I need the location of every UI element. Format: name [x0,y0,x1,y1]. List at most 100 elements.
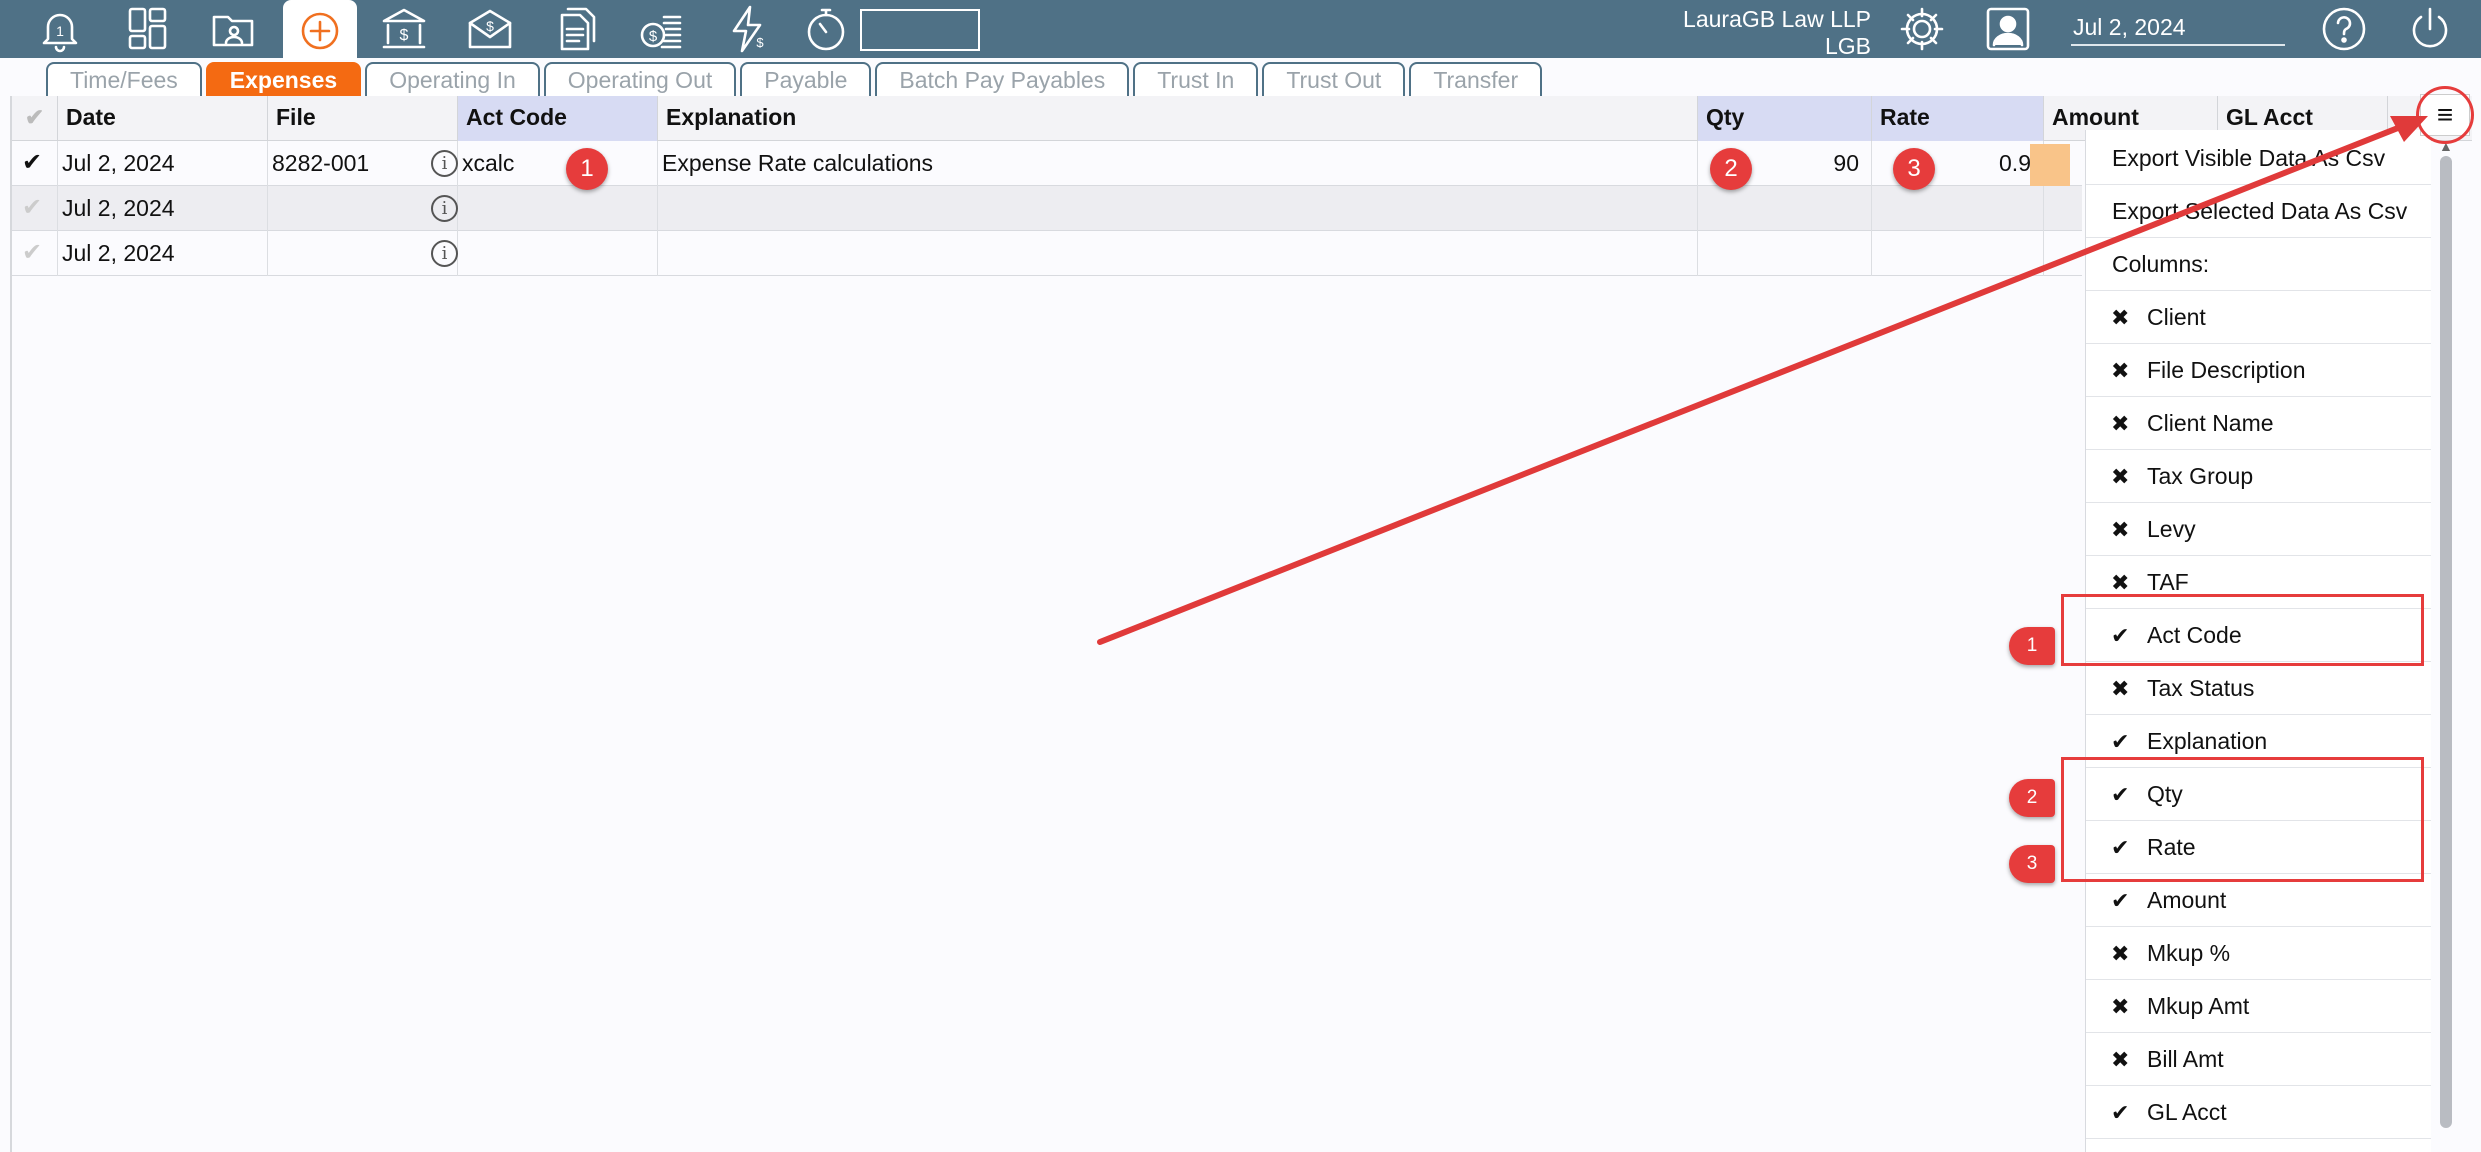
check-icon: ✔ [2111,888,2130,913]
column-toggle-label: Mkup % [2147,940,2231,966]
column-toggle-mkup-amt[interactable]: ✖ Mkup Amt [2086,980,2431,1033]
svg-text:$: $ [756,35,764,50]
column-toggle-client-name[interactable]: ✖ Client Name [2086,397,2431,450]
bank-icon[interactable]: $ [372,0,436,58]
coins-icon[interactable]: $ [630,0,694,58]
bell-icon[interactable]: 1 [28,0,92,58]
columns-label: Columns: [2086,238,2431,291]
column-toggle-client[interactable]: ✖ Client [2086,291,2431,344]
column-toggle-tax-status[interactable]: ✖ Tax Status [2086,662,2431,715]
column-toggle-gl-acct[interactable]: ✔ GL Acct [2086,1086,2431,1139]
column-toggle-tax-group[interactable]: ✖ Tax Group [2086,450,2431,503]
lightning-icon[interactable]: $ [716,0,780,58]
column-toggle-bill-amt[interactable]: ✖ Bill Amt [2086,1033,2431,1086]
column-header-qty[interactable]: Qty [1698,96,1872,141]
tab-payable[interactable]: Payable [740,62,872,96]
tab-time-fees[interactable]: Time/Fees [46,62,202,96]
firm-name: LauraGB Law LLP [1683,6,1871,32]
power-icon[interactable] [2398,0,2462,58]
info-icon[interactable]: i [431,240,458,267]
x-icon: ✖ [2111,305,2130,330]
date-picker[interactable]: Jul 2, 2024 [2071,14,2285,46]
svg-text:1: 1 [56,23,64,39]
documents-icon[interactable] [544,0,608,58]
help-icon[interactable] [2312,0,2376,58]
info-icon[interactable]: i [431,150,458,177]
cell-qty[interactable] [1698,186,1872,231]
annotation-tag-2: 2 [2009,779,2055,817]
row-checkbox[interactable]: ✔ [12,141,58,186]
cell-act-code[interactable]: xcalc [458,141,658,186]
cell-act-code[interactable] [458,231,658,276]
table-row[interactable]: ✔ Jul 2, 2024 i [12,186,2082,231]
cell-date[interactable]: Jul 2, 2024 [58,231,268,276]
cell-act-code[interactable] [458,186,658,231]
tab-operating-in[interactable]: Operating In [365,62,540,96]
table-row[interactable]: ✔ Jul 2, 2024 i [12,231,2082,276]
menu-scrollbar[interactable]: ▲ [2436,138,2456,1152]
column-toggle-label: Mkup Amt [2147,993,2250,1019]
export-visible-csv[interactable]: Export Visible Data As Csv [2086,132,2431,185]
select-all-checkbox[interactable]: ✔ [12,96,58,141]
tab-trust-in[interactable]: Trust In [1133,62,1259,96]
folder-user-icon[interactable] [202,0,266,58]
mail-money-icon[interactable]: $ [458,0,522,58]
dashboard-icon[interactable] [116,0,180,58]
cell-rate[interactable] [1872,231,2044,276]
row-checkbox[interactable]: ✔ [12,186,58,231]
column-toggle-label: Levy [2147,516,2196,542]
cell-explanation[interactable] [658,231,1698,276]
row-checkbox[interactable]: ✔ [12,231,58,276]
column-header-date[interactable]: Date [58,96,268,141]
cell-explanation[interactable] [658,186,1698,231]
column-toggle-label: Client [2147,304,2206,330]
column-header-file[interactable]: File [268,96,458,141]
cell-date[interactable]: Jul 2, 2024 [58,141,268,186]
column-toggle-levy[interactable]: ✖ Levy [2086,503,2431,556]
info-icon[interactable]: i [431,195,458,222]
add-icon[interactable] [283,0,357,60]
cell-file[interactable] [268,186,458,231]
annotation-tag-3: 3 [2009,845,2055,883]
tab-bar: Time/Fees Expenses Operating In Operatin… [46,62,1546,96]
gear-icon[interactable] [1890,0,1954,58]
app-window: 1 $ $ $ $ LauraGB Law LLP LGB Jul 2, 202… [0,0,2481,1152]
column-toggle-label: Amount [2147,887,2227,913]
tab-transfer[interactable]: Transfer [1409,62,1543,96]
column-toggle-label: Tax Group [2147,463,2254,489]
cell-explanation[interactable]: Expense Rate calculations [658,141,1698,186]
svg-text:$: $ [649,28,658,45]
stopwatch-icon[interactable] [794,0,858,58]
x-icon: ✖ [2111,464,2130,489]
tab-trust-out[interactable]: Trust Out [1262,62,1406,96]
column-header-rate[interactable]: Rate [1872,96,2044,141]
timer-input[interactable] [860,9,980,51]
tab-operating-out[interactable]: Operating Out [543,62,737,96]
user-icon[interactable] [1976,0,2040,58]
amount-cell-highlight [2030,144,2070,186]
cell-file[interactable] [268,231,458,276]
cell-file[interactable]: 8282-001 [268,141,458,186]
x-icon: ✖ [2111,941,2130,966]
column-toggle-file-description[interactable]: ✖ File Description [2086,344,2431,397]
cell-date[interactable]: Jul 2, 2024 [58,186,268,231]
cell-qty[interactable] [1698,231,1872,276]
column-toggle-label: File Description [2147,357,2306,383]
firm-code: LGB [1824,33,1871,59]
annotation-marker-1: 1 [566,148,608,190]
tab-batch-pay-payables[interactable]: Batch Pay Payables [875,62,1130,96]
x-icon: ✖ [2111,676,2130,701]
column-toggle-label: Tax Status [2147,675,2255,701]
column-toggle-label: Client Name [2147,410,2274,436]
cell-rate[interactable] [1872,186,2044,231]
table-row[interactable]: ✔ Jul 2, 2024 8282-001 i xcalc Expense R… [12,141,2082,186]
column-header-act-code[interactable]: Act Code [458,96,658,141]
export-selected-csv[interactable]: Export Selected Data As Csv [2086,185,2431,238]
column-toggle-mkup-pct[interactable]: ✖ Mkup % [2086,927,2431,980]
tab-expenses[interactable]: Expenses [205,62,362,96]
column-header-explanation[interactable]: Explanation [658,96,1698,141]
x-icon: ✖ [2111,358,2130,383]
scrollbar-thumb[interactable] [2440,156,2452,1128]
annotation-circle [2416,86,2474,144]
column-toggle-label: GL Acct [2147,1099,2227,1125]
